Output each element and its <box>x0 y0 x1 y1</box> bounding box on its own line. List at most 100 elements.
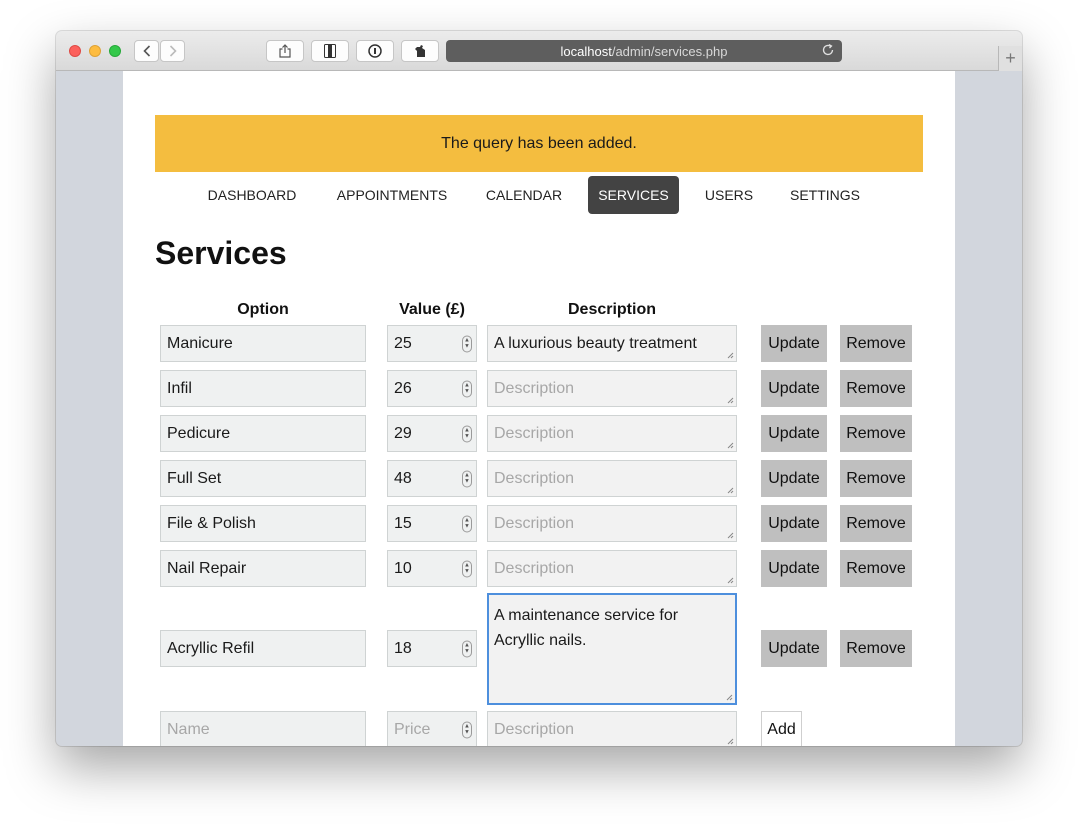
forward-icon <box>169 45 177 57</box>
service-description-textarea[interactable]: Description <box>487 415 737 452</box>
update-button[interactable]: Update <box>761 550 827 587</box>
stepper-icon[interactable]: ▲ ▼ <box>462 335 472 352</box>
nav-services[interactable]: SERVICES <box>588 176 679 214</box>
zoom-window-button[interactable] <box>109 45 121 57</box>
service-value-text: 26 <box>394 379 412 397</box>
service-value-input[interactable]: 48 ▲ ▼ <box>387 460 477 497</box>
column-header-description: Description <box>567 301 656 318</box>
stepper-icon[interactable]: ▲ ▼ <box>462 425 472 442</box>
service-name-input[interactable]: File & Polish <box>160 505 366 542</box>
service-value-text: 18 <box>394 639 412 657</box>
browser-toolbar: localhost/admin/services.php + <box>56 31 1022 71</box>
service-description-text: Description <box>494 514 575 532</box>
service-value-text: 10 <box>394 559 412 577</box>
remove-button[interactable]: Remove <box>840 630 912 667</box>
remove-button[interactable]: Remove <box>840 370 912 407</box>
service-value-text: 29 <box>394 424 412 442</box>
reader-button[interactable] <box>311 40 349 62</box>
remove-button[interactable]: Remove <box>840 415 912 452</box>
service-value-input[interactable]: 29 ▲ ▼ <box>387 415 477 452</box>
remove-button[interactable]: Remove <box>840 550 912 587</box>
service-name-input[interactable]: Manicure <box>160 325 366 362</box>
page-title: Services <box>155 235 287 271</box>
reload-icon <box>822 43 834 56</box>
nav-settings[interactable]: SETTINGS <box>783 176 867 214</box>
reload-button[interactable] <box>821 43 835 60</box>
column-header-option: Option <box>237 301 289 318</box>
stepper-icon[interactable]: ▲ ▼ <box>462 470 472 487</box>
new-tab-icon: + <box>1005 48 1016 68</box>
service-description-text: Description <box>494 559 575 577</box>
new-service-price-text: Price <box>394 720 431 738</box>
close-window-button[interactable] <box>69 45 81 57</box>
remove-button[interactable]: Remove <box>840 505 912 542</box>
service-value-input[interactable]: 10 ▲ ▼ <box>387 550 477 587</box>
service-description-text: A maintenance service for Acryllic nails… <box>494 607 679 649</box>
reader-icon <box>324 44 336 58</box>
new-service-price-input[interactable]: Price ▲ ▼ <box>387 711 477 746</box>
update-button[interactable]: Update <box>761 370 827 407</box>
update-button[interactable]: Update <box>761 325 827 362</box>
add-service-button[interactable]: Add <box>761 711 802 746</box>
new-service-name-input[interactable]: Name <box>160 711 366 746</box>
remove-button[interactable]: Remove <box>840 460 912 497</box>
extension-icon <box>415 45 425 57</box>
service-description-text: Description <box>494 379 575 397</box>
service-description-text: Description <box>494 424 575 442</box>
back-button[interactable] <box>134 40 159 62</box>
page-content: The query has been added. DASHBOARD APPO… <box>123 71 955 746</box>
extension-button[interactable] <box>401 40 439 62</box>
share-icon <box>279 44 291 58</box>
stepper-icon[interactable]: ▲ ▼ <box>462 380 472 397</box>
service-description-text: Description <box>494 469 575 487</box>
service-value-input[interactable]: 18 ▲ ▼ <box>387 630 477 667</box>
service-description-text: A luxurious beauty treatment <box>494 334 697 352</box>
new-tab-button[interactable]: + <box>998 46 1022 71</box>
nav-users[interactable]: USERS <box>697 176 761 214</box>
address-bar[interactable]: localhost/admin/services.php <box>446 40 842 62</box>
service-value-input[interactable]: 25 ▲ ▼ <box>387 325 477 362</box>
service-name-input[interactable]: Pedicure <box>160 415 366 452</box>
back-icon <box>142 45 150 57</box>
stepper-icon[interactable]: ▲ ▼ <box>462 640 472 657</box>
service-value-input[interactable]: 15 ▲ ▼ <box>387 505 477 542</box>
service-name-input[interactable]: Acryllic Refil <box>160 630 366 667</box>
update-button[interactable]: Update <box>761 460 827 497</box>
new-service-description-textarea[interactable]: Description <box>487 711 737 746</box>
update-button[interactable]: Update <box>761 415 827 452</box>
service-description-textarea[interactable]: A maintenance service for Acryllic nails… <box>487 593 737 705</box>
update-button[interactable]: Update <box>761 630 827 667</box>
service-description-textarea[interactable]: A luxurious beauty treatment <box>487 325 737 362</box>
service-value-text: 15 <box>394 514 412 532</box>
remove-button[interactable]: Remove <box>840 325 912 362</box>
url-path: /admin/services.php <box>611 43 728 59</box>
service-name-input[interactable]: Nail Repair <box>160 550 366 587</box>
column-header-value: Value (£) <box>399 301 465 318</box>
service-description-textarea[interactable]: Description <box>487 460 737 497</box>
forward-button[interactable] <box>160 40 185 62</box>
password-button[interactable] <box>356 40 394 62</box>
service-value-text: 48 <box>394 469 412 487</box>
success-alert: The query has been added. <box>155 115 923 172</box>
browser-window: localhost/admin/services.php + The query… <box>56 31 1022 746</box>
minimize-window-button[interactable] <box>89 45 101 57</box>
service-name-input[interactable]: Infil <box>160 370 366 407</box>
service-description-textarea[interactable]: Description <box>487 370 737 407</box>
stepper-icon[interactable]: ▲ ▼ <box>462 560 472 577</box>
service-value-input[interactable]: 26 ▲ ▼ <box>387 370 477 407</box>
service-name-input[interactable]: Full Set <box>160 460 366 497</box>
stepper-icon[interactable]: ▲ ▼ <box>462 721 472 738</box>
nav-dashboard[interactable]: DASHBOARD <box>196 176 308 214</box>
service-value-text: 25 <box>394 334 412 352</box>
alert-message: The query has been added. <box>441 134 637 152</box>
update-button[interactable]: Update <box>761 505 827 542</box>
url-host: localhost <box>560 43 612 59</box>
service-description-textarea[interactable]: Description <box>487 505 737 542</box>
nav-calendar[interactable]: CALENDAR <box>477 176 571 214</box>
stepper-icon[interactable]: ▲ ▼ <box>462 515 472 532</box>
new-service-description-text: Description <box>494 720 575 738</box>
service-description-textarea[interactable]: Description <box>487 550 737 587</box>
nav-appointments[interactable]: APPOINTMENTS <box>327 176 457 214</box>
share-button[interactable] <box>266 40 304 62</box>
password-icon <box>368 44 382 58</box>
